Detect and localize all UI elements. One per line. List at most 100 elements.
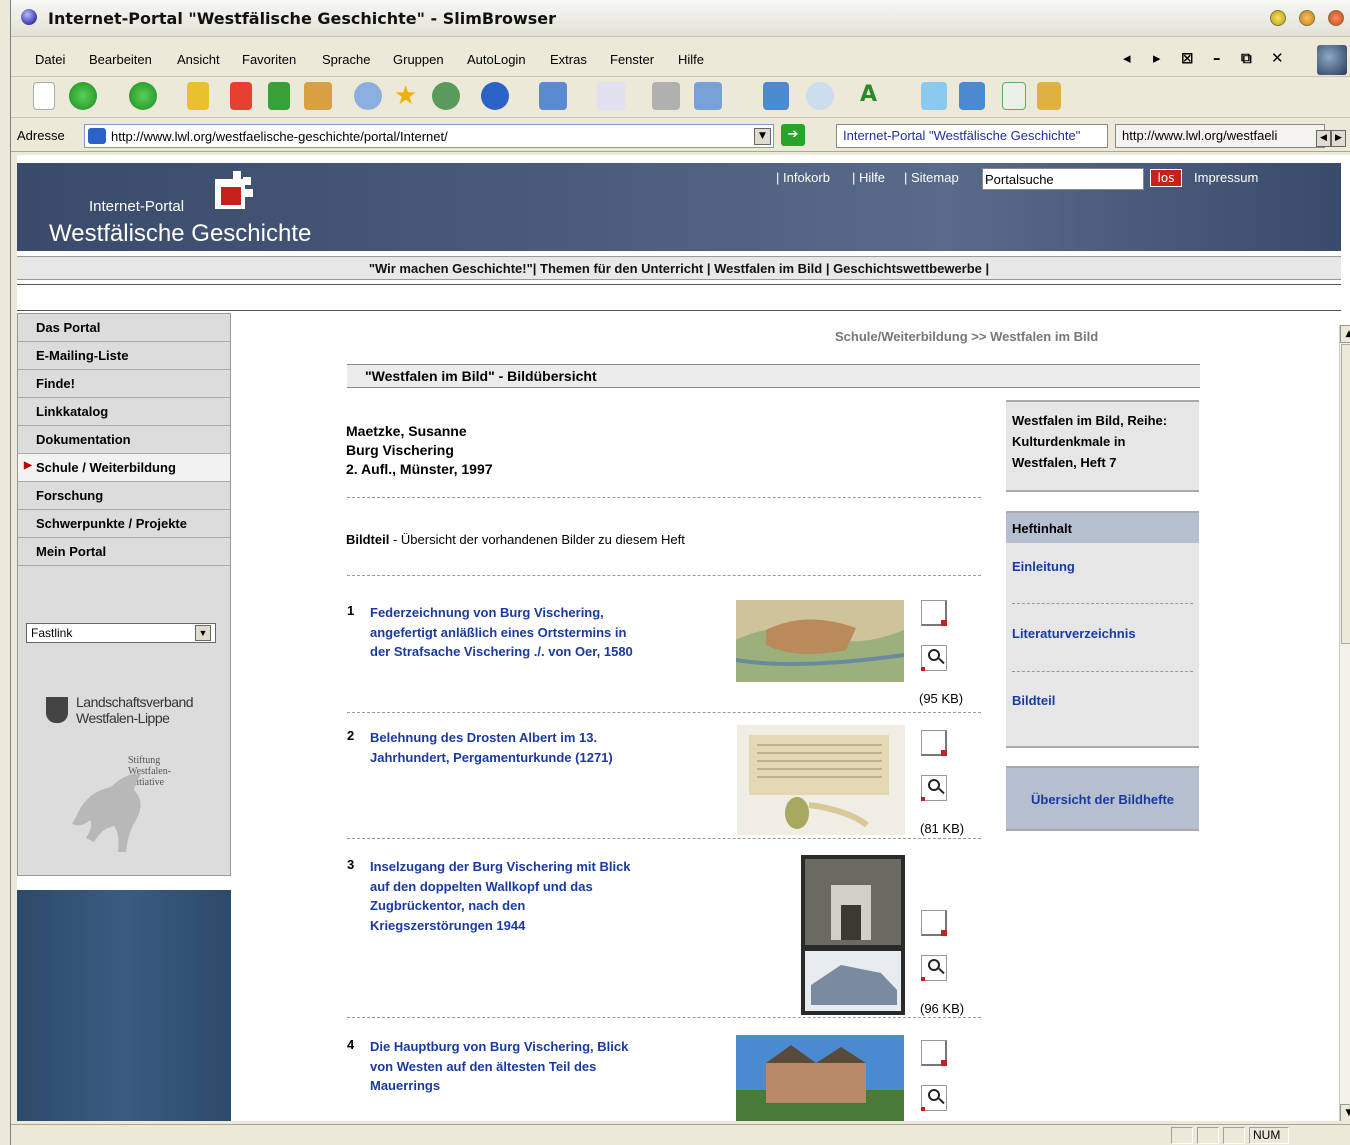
magnify-icon[interactable] xyxy=(921,775,947,801)
magnify-icon[interactable] xyxy=(921,1085,947,1111)
mail-icon[interactable] xyxy=(597,82,625,110)
scroll-thumb[interactable] xyxy=(1341,344,1350,644)
minimize-button[interactable] xyxy=(1270,10,1286,26)
menu-sprache[interactable]: Sprache xyxy=(322,52,370,67)
lwl-name-line2: Westfalen-Lippe xyxy=(76,710,170,726)
close-button[interactable] xyxy=(1328,10,1344,26)
sidebar-item-e-mailing-liste[interactable]: E-Mailing-Liste xyxy=(18,342,230,370)
entry-title-link[interactable]: Die Hauptburg von Burg Vischering, Blick… xyxy=(370,1037,645,1096)
full-image-icon[interactable] xyxy=(921,1040,947,1066)
thumbnail-image-3[interactable] xyxy=(801,855,905,1015)
font-icon[interactable]: A xyxy=(860,82,888,110)
tab-lwl-url[interactable]: http://www.lwl.org/westfaeli xyxy=(1115,124,1325,148)
nav-impressum[interactable]: Impressum xyxy=(1194,170,1258,185)
entry-title-link[interactable]: Inselzugang der Burg Vischering mit Blic… xyxy=(370,857,645,935)
favorites-star-icon[interactable]: ★ xyxy=(394,82,422,110)
scroll-down-icon[interactable]: ▼ xyxy=(1340,1104,1350,1121)
westfalen-horse-icon xyxy=(72,773,141,852)
new-page-icon[interactable] xyxy=(33,82,55,110)
restore-tab-icon[interactable]: ⧉ xyxy=(1241,49,1252,67)
menu-bearbeiten[interactable]: Bearbeiten xyxy=(89,52,152,67)
scroll-up-icon[interactable]: ▲ xyxy=(1340,325,1350,343)
web-page: Internet-Portal Westfälische Geschichte … xyxy=(17,155,1350,1121)
maximize-button[interactable] xyxy=(1299,10,1315,26)
entry-title-link[interactable]: Federzeichnung von Burg Vischering, ange… xyxy=(370,603,645,662)
url-input[interactable]: http://www.lwl.org/westfaelische-geschic… xyxy=(84,124,774,148)
link-bildteil[interactable]: Bildteil xyxy=(1012,693,1055,708)
bildteil-intro: Bildteil - Übersicht der vorhandenen Bil… xyxy=(346,532,685,547)
menu-autologin[interactable]: AutoLogin xyxy=(467,52,526,67)
sidebar-item-linkkatalog[interactable]: Linkkatalog xyxy=(18,398,230,426)
menu-hilfe[interactable]: Hilfe xyxy=(678,52,704,67)
menu-extras[interactable]: Extras xyxy=(550,52,587,67)
banner-title: Westfälische Geschichte xyxy=(49,220,312,247)
window-icon[interactable] xyxy=(763,82,789,110)
search-go-button[interactable]: los xyxy=(1150,169,1182,187)
thumbnail-image-4[interactable] xyxy=(736,1035,904,1121)
book-author: Maetzke, Susanne xyxy=(346,423,467,439)
entry-title-link[interactable]: Belehnung des Drosten Albert im 13. Jahr… xyxy=(370,728,645,767)
full-image-icon[interactable] xyxy=(921,910,947,936)
bildhefte-overview-link[interactable]: Übersicht der Bildhefte xyxy=(1006,766,1199,831)
divider xyxy=(17,284,1341,285)
close-tab-icon[interactable]: ⊠ xyxy=(1181,49,1194,67)
thumbnail-image-2[interactable] xyxy=(737,725,905,835)
full-image-icon[interactable] xyxy=(921,730,947,756)
back-icon[interactable] xyxy=(69,82,97,110)
up-icon[interactable] xyxy=(187,82,209,110)
search-icon[interactable] xyxy=(354,82,382,110)
portal-search-input[interactable]: Portalsuche xyxy=(982,168,1144,190)
menu-gruppen[interactable]: Gruppen xyxy=(393,52,444,67)
refresh-icon[interactable] xyxy=(268,82,290,110)
tab-scroll-right-icon[interactable]: ▶ xyxy=(1331,130,1346,147)
minimize-tab-icon[interactable]: – xyxy=(1213,49,1221,67)
sidebar-item-schule-weiterbildung[interactable]: ▶ Schule / Weiterbildung xyxy=(18,454,230,482)
breadcrumb: Schule/Weiterbildung >> Westfalen im Bil… xyxy=(835,329,1099,344)
print-icon[interactable] xyxy=(652,82,680,110)
zoom-icon[interactable] xyxy=(806,82,834,110)
tab-scroll-left-icon[interactable]: ◀ xyxy=(1316,130,1331,147)
vertical-scrollbar[interactable]: ▲ ▼ xyxy=(1339,325,1350,1121)
sidebar-item-mein-portal[interactable]: Mein Portal xyxy=(18,538,230,566)
home-icon[interactable] xyxy=(304,82,332,110)
nav-hilfe[interactable]: | Hilfe xyxy=(852,170,885,185)
html-icon[interactable] xyxy=(1002,82,1026,110)
menu-fenster[interactable]: Fenster xyxy=(610,52,654,67)
sidebar-item-schwerpunkte[interactable]: Schwerpunkte / Projekte xyxy=(18,510,230,538)
dashed-divider xyxy=(347,497,981,498)
magnify-icon[interactable] xyxy=(921,955,947,981)
forward-icon[interactable] xyxy=(129,82,157,110)
nav-infokorb[interactable]: | Infokorb xyxy=(776,170,830,185)
stop-icon[interactable] xyxy=(230,82,252,110)
entry-number: 3 xyxy=(347,857,355,872)
close-x-icon[interactable]: ✕ xyxy=(1271,49,1284,67)
nav-sitemap[interactable]: | Sitemap xyxy=(904,170,959,185)
menu-ansicht[interactable]: Ansicht xyxy=(177,52,220,67)
menu-favoriten[interactable]: Favoriten xyxy=(242,52,296,67)
tab-westfaelische-geschichte[interactable]: Internet-Portal "Westfälische Geschichte… xyxy=(836,124,1108,148)
fastlink-select[interactable]: Fastlink ▼ xyxy=(26,623,216,643)
cleanup-icon[interactable] xyxy=(1037,82,1061,110)
magnify-icon[interactable] xyxy=(921,645,947,671)
popup-block-icon[interactable] xyxy=(921,82,947,110)
edit-icon[interactable] xyxy=(539,82,567,110)
prev-window-icon[interactable]: ◂ xyxy=(1123,49,1131,67)
link-literaturverzeichnis[interactable]: Literaturverzeichnis xyxy=(1012,626,1136,641)
internet-icon[interactable] xyxy=(481,82,509,110)
sidebar-item-dokumentation[interactable]: Dokumentation xyxy=(18,426,230,454)
compose-icon[interactable] xyxy=(694,82,722,110)
url-dropdown-icon[interactable]: ▼ xyxy=(754,128,771,145)
sidebar-item-finde[interactable]: Finde! xyxy=(18,370,230,398)
sidebar-item-das-portal[interactable]: Das Portal xyxy=(18,314,230,342)
fullscreen-icon[interactable] xyxy=(959,82,985,110)
fastlink-dropdown-icon[interactable]: ▼ xyxy=(195,625,211,641)
go-button[interactable]: ➔ xyxy=(781,124,805,146)
full-image-icon[interactable] xyxy=(921,600,947,626)
sub-navigation[interactable]: "Wir machen Geschichte!"| Themen für den… xyxy=(17,256,1341,280)
next-window-icon[interactable]: ▸ xyxy=(1153,49,1161,67)
history-icon[interactable] xyxy=(432,82,460,110)
sidebar-item-forschung[interactable]: Forschung xyxy=(18,482,230,510)
thumbnail-image-1[interactable] xyxy=(736,600,904,682)
link-einleitung[interactable]: Einleitung xyxy=(1012,559,1075,574)
menu-datei[interactable]: Datei xyxy=(35,52,65,67)
